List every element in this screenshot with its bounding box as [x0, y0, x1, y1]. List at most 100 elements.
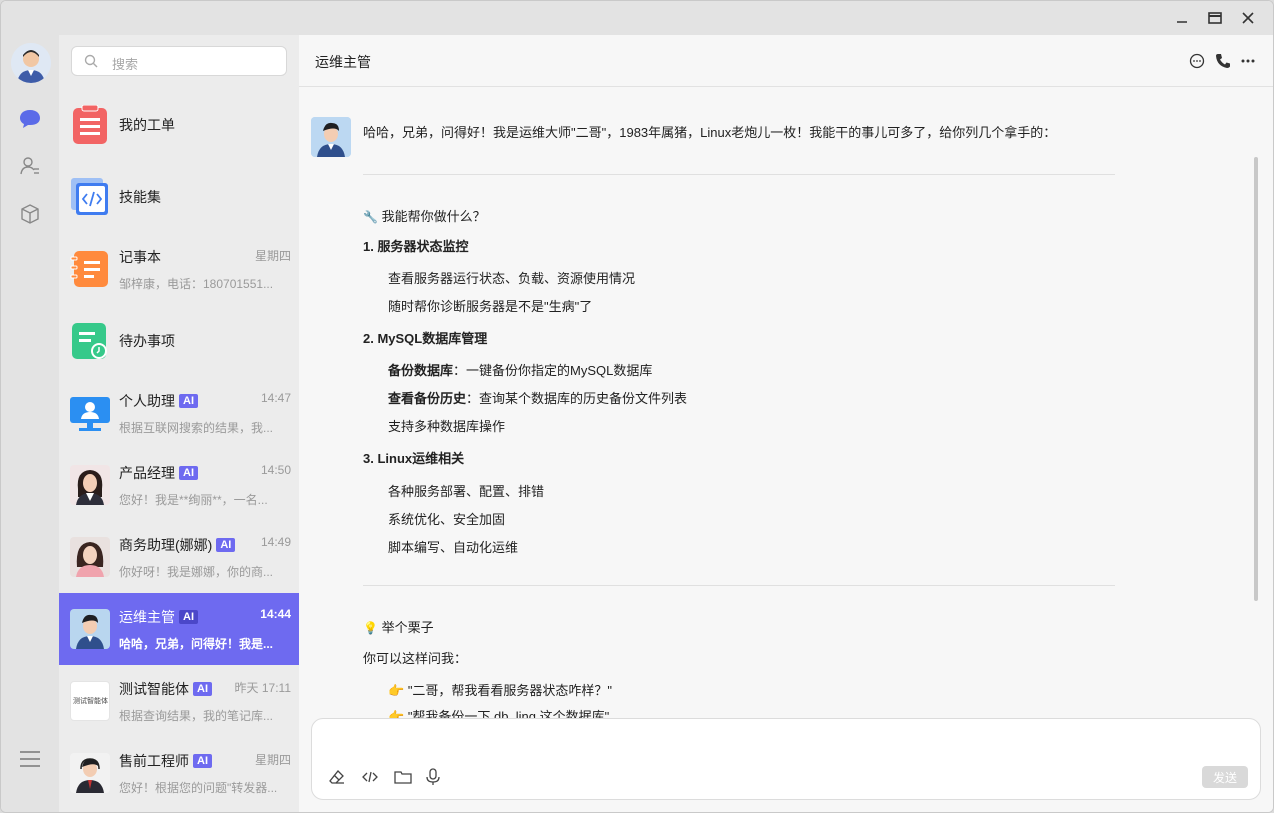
send-button[interactable]: 发送 — [1202, 766, 1248, 788]
maximize-icon[interactable] — [1204, 7, 1226, 29]
skills-code-icon — [70, 177, 110, 217]
section-heading-2: 2. MySQL数据库管理 — [363, 331, 488, 346]
conversation-item[interactable]: 技能集 — [59, 161, 299, 233]
conversation-name: 商务助理(娜娜) AI — [119, 535, 236, 555]
conversation-name: 个人助理 AI — [119, 391, 198, 411]
nav-rail — [1, 35, 59, 812]
code-icon[interactable] — [361, 768, 379, 786]
personal-assistant-icon — [70, 393, 110, 433]
conversation-name: 记事本 — [119, 249, 161, 265]
conversation-item[interactable]: 我的工单 — [59, 89, 299, 161]
app-window: 搜索 我的工单 技能集 记事本 星期四 邹梓康，电话：180701551... — [0, 0, 1274, 813]
conversation-preview: 根据查询结果，我的笔记库... — [119, 709, 274, 723]
section-heading-1: 1. 服务器状态监控 — [363, 239, 469, 254]
product-manager-avatar — [70, 465, 110, 505]
list-item: 备份数据库：一键备份你指定的MySQL数据库 — [388, 363, 653, 378]
close-icon[interactable] — [1237, 7, 1259, 29]
conversation-preview: 根据互联网搜索的结果，我... — [119, 421, 274, 435]
conversation-time: 14:50 — [260, 463, 291, 477]
box-icon[interactable] — [18, 202, 42, 226]
example-item: 👉 "帮我备份一下 db_ling 这个数据库" — [388, 706, 609, 718]
conversation-preview: 邹梓康，电话：180701551... — [119, 277, 274, 291]
example-lead: 你可以这样问我： — [363, 651, 468, 666]
conversation-preview: 您好！根据您的问题"转发器... — [119, 781, 278, 795]
conversation-item[interactable]: 记事本 星期四 邹梓康，电话：180701551... — [59, 233, 299, 305]
list-item: 查看备份历史：查询某个数据库的历史备份文件列表 — [388, 391, 688, 406]
more-icon[interactable] — [1240, 53, 1256, 69]
business-assistant-avatar — [70, 537, 110, 577]
divider — [363, 174, 1115, 175]
conversation-item[interactable]: 测试智能体 测试智能体 AI 昨天 17:11 根据查询结果，我的笔记库... — [59, 665, 299, 737]
list-item: 各种服务部署、配置、排错 — [388, 484, 545, 499]
chat-panel: 运维主管 哈哈，兄弟，问得好！我是运维大师"二哥"，1983年属猪，Linux老… — [299, 35, 1273, 812]
mic-icon[interactable] — [424, 768, 442, 786]
search-input[interactable]: 搜索 — [71, 46, 287, 76]
list-item: 脚本编写、自动化运维 — [388, 540, 519, 555]
conversation-time: 星期四 — [254, 753, 291, 767]
work-order-icon — [70, 105, 110, 145]
conversation-item[interactable]: 产品经理 AI 14:50 您好！我是**绚丽**，一名... — [59, 449, 299, 521]
todo-icon — [70, 321, 110, 361]
conversation-item[interactable]: 商务助理(娜娜) AI 14:49 你好呀！我是娜娜，你的商... — [59, 521, 299, 593]
conversation-name: 我的工单 — [119, 117, 175, 133]
conversation-name: 产品经理 AI — [119, 463, 198, 483]
ai-badge: AI — [193, 682, 212, 696]
conversation-item-active[interactable]: 运维主管 AI 14:44 哈哈，兄弟，问得好！我是... — [59, 593, 299, 665]
conversation-preview: 哈哈，兄弟，问得好！我是... — [119, 637, 274, 651]
list-item: 随时帮你诊断服务器是不是"生病"了 — [388, 299, 593, 314]
minimize-icon[interactable] — [1171, 7, 1193, 29]
conversation-time: 14:47 — [260, 391, 291, 405]
test-agent-icon: 测试智能体 — [70, 681, 110, 721]
chat-header: 运维主管 — [299, 35, 1273, 87]
notebook-icon — [70, 249, 110, 289]
phone-icon[interactable] — [1215, 53, 1231, 69]
ai-badge: AI — [179, 466, 198, 480]
message-intro: 哈哈，兄弟，问得好！我是运维大师"二哥"，1983年属猪，Linux老炮儿一枚！… — [363, 125, 1057, 140]
list-item: 系统优化、安全加固 — [388, 512, 506, 527]
conversation-preview: 你好呀！我是娜娜，你的商... — [119, 565, 274, 579]
menu-icon[interactable] — [18, 747, 42, 771]
list-item: 支持多种数据库操作 — [388, 419, 506, 434]
section-heading-3: 3. Linux运维相关 — [363, 451, 465, 466]
conversation-time: 14:49 — [260, 535, 291, 549]
ai-badge: AI — [193, 754, 212, 768]
conversation-preview: 您好！我是**绚丽**，一名... — [119, 493, 268, 507]
search-icon — [84, 54, 98, 73]
conversation-time: 14:44 — [260, 607, 291, 621]
conversation-name: 技能集 — [119, 189, 161, 205]
conversation-item[interactable]: 售前工程师 AI 星期四 您好！根据您的问题"转发器... — [59, 737, 299, 809]
divider — [363, 585, 1115, 586]
message-icon[interactable] — [1189, 53, 1205, 69]
lightbulb-icon: 💡 — [363, 621, 378, 635]
pointing-hand-icon: 👉 — [388, 709, 405, 718]
user-avatar[interactable] — [11, 43, 51, 83]
ai-badge: AI — [179, 610, 198, 624]
ai-badge: AI — [216, 538, 236, 552]
conversation-name: 测试智能体 AI — [119, 679, 212, 699]
pointing-hand-icon: 👉 — [388, 683, 405, 698]
title-bar — [1, 1, 1273, 35]
eraser-icon[interactable] — [328, 768, 346, 786]
scrollbar[interactable] — [1254, 157, 1258, 601]
example-item: 👉 "二哥，帮我看看服务器状态咋样？" — [388, 683, 613, 698]
ai-badge: AI — [179, 394, 198, 408]
search-placeholder: 搜索 — [112, 57, 139, 72]
ops-lead-avatar — [70, 609, 110, 649]
chat-title: 运维主管 — [315, 54, 371, 70]
contacts-icon[interactable] — [18, 154, 42, 178]
conversation-name: 待办事项 — [119, 333, 175, 349]
example-heading: 💡 举个栗子 — [363, 620, 434, 635]
conversation-time: 星期四 — [254, 249, 291, 263]
help-heading: 🔧 我能帮你做什么？ — [363, 209, 486, 224]
wrench-icon: 🔧 — [363, 210, 378, 224]
conversation-name: 售前工程师 AI — [119, 751, 212, 771]
conversation-list: 搜索 我的工单 技能集 记事本 星期四 邹梓康，电话：180701551... — [59, 35, 299, 812]
assistant-avatar — [311, 117, 351, 157]
chat-icon[interactable] — [18, 107, 42, 131]
message-composer[interactable]: 发送 — [311, 718, 1261, 800]
assistant-message: 哈哈，兄弟，问得好！我是运维大师"二哥"，1983年属猪，Linux老炮儿一枚！… — [363, 123, 1123, 143]
list-item: 查看服务器运行状态、负载、资源使用情况 — [388, 271, 636, 286]
folder-icon[interactable] — [394, 768, 412, 786]
conversation-item[interactable]: 个人助理 AI 14:47 根据互联网搜索的结果，我... — [59, 377, 299, 449]
conversation-item[interactable]: 待办事项 — [59, 305, 299, 377]
